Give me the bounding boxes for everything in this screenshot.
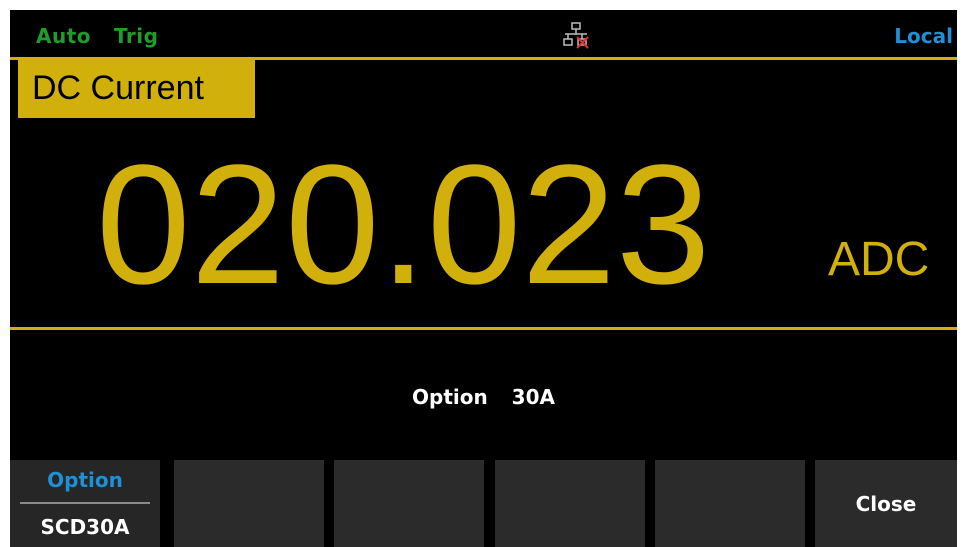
softkey-option-label: Option xyxy=(47,468,123,492)
screen: Auto Trig Local DC Current 020.023 ADC O… xyxy=(0,0,967,547)
measurement-unit: ADC xyxy=(828,233,930,286)
lan-disconnected-icon xyxy=(563,22,589,49)
softkey-close[interactable]: Close xyxy=(815,460,957,547)
measurement-reading: 020.023 xyxy=(96,130,711,320)
trigger-mode-indicator: Auto Trig xyxy=(36,24,159,48)
softkey-close-label: Close xyxy=(855,492,917,516)
softkey-3[interactable] xyxy=(334,460,484,547)
softkey-option-value: SCD30A xyxy=(40,515,130,539)
softkey-5[interactable] xyxy=(655,460,805,547)
softkey-bar: Option SCD30A Close xyxy=(10,460,957,547)
softkey-2[interactable] xyxy=(174,460,324,547)
softkey-option-divider xyxy=(20,502,150,504)
softkey-option[interactable]: Option SCD30A xyxy=(10,460,160,547)
function-label: DC Current xyxy=(32,69,204,107)
softkey-4[interactable] xyxy=(495,460,645,547)
instrument-display: Auto Trig Local DC Current 020.023 ADC O… xyxy=(10,10,957,547)
function-label-box: DC Current xyxy=(18,60,255,118)
control-mode-indicator: Local xyxy=(894,24,953,48)
reading-divider xyxy=(10,327,957,330)
status-message: Option 30A xyxy=(412,385,555,409)
